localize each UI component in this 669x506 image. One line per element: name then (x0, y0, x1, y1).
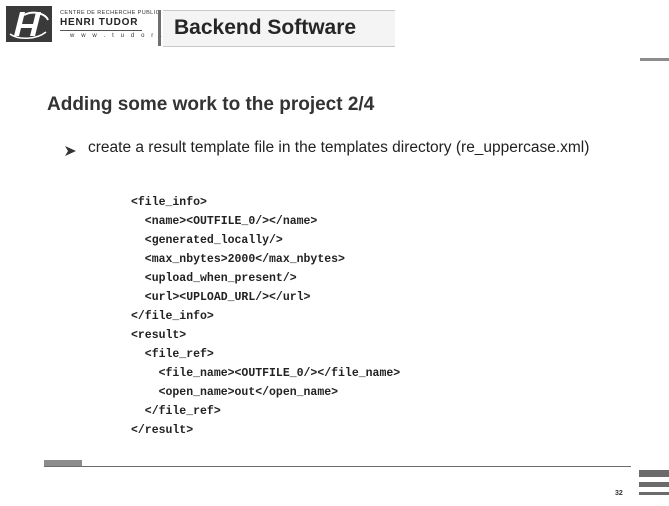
page-number: 32 (615, 490, 623, 497)
title-accent-bar (158, 10, 161, 46)
code-line: <open_name>out</open_name> (131, 386, 339, 399)
slide-title: Backend Software (174, 16, 357, 39)
logo-subtitle: CENTRE DE RECHERCHE PUBLIC (60, 10, 160, 16)
code-line: <name><OUTFILE_0/></name> (131, 215, 318, 228)
slide-heading: Adding some work to the project 2/4 (47, 94, 375, 115)
code-block: <file_info> <name><OUTFILE_0/></name> <g… (131, 193, 400, 440)
footer-bar (639, 470, 669, 477)
tudor-logo-icon (6, 6, 52, 42)
code-line: <file_name><OUTFILE_0/></file_name> (131, 367, 401, 380)
bullet-text: create a result template file in the tem… (88, 139, 590, 156)
code-line: </result> (131, 424, 194, 437)
code-line: <url><UPLOAD_URL/></url> (131, 291, 311, 304)
code-line: <file_ref> (131, 348, 214, 361)
code-line: <generated_locally/> (131, 234, 283, 247)
code-line: <file_info> (131, 196, 207, 209)
code-line: <upload_when_present/> (131, 272, 297, 285)
code-line: <max_nbytes>2000</max_nbytes> (131, 253, 345, 266)
arrowhead-bullet-icon (65, 143, 76, 156)
footer-bar (639, 492, 669, 495)
footer-bar (639, 482, 669, 487)
logo-divider (60, 30, 142, 31)
code-line: <result> (131, 329, 187, 342)
logo-name: HENRI TUDOR (60, 17, 139, 28)
code-line: </file_ref> (131, 405, 221, 418)
code-line: </file_info> (131, 310, 214, 323)
footer-rule (44, 466, 631, 467)
top-right-bar (640, 58, 669, 61)
